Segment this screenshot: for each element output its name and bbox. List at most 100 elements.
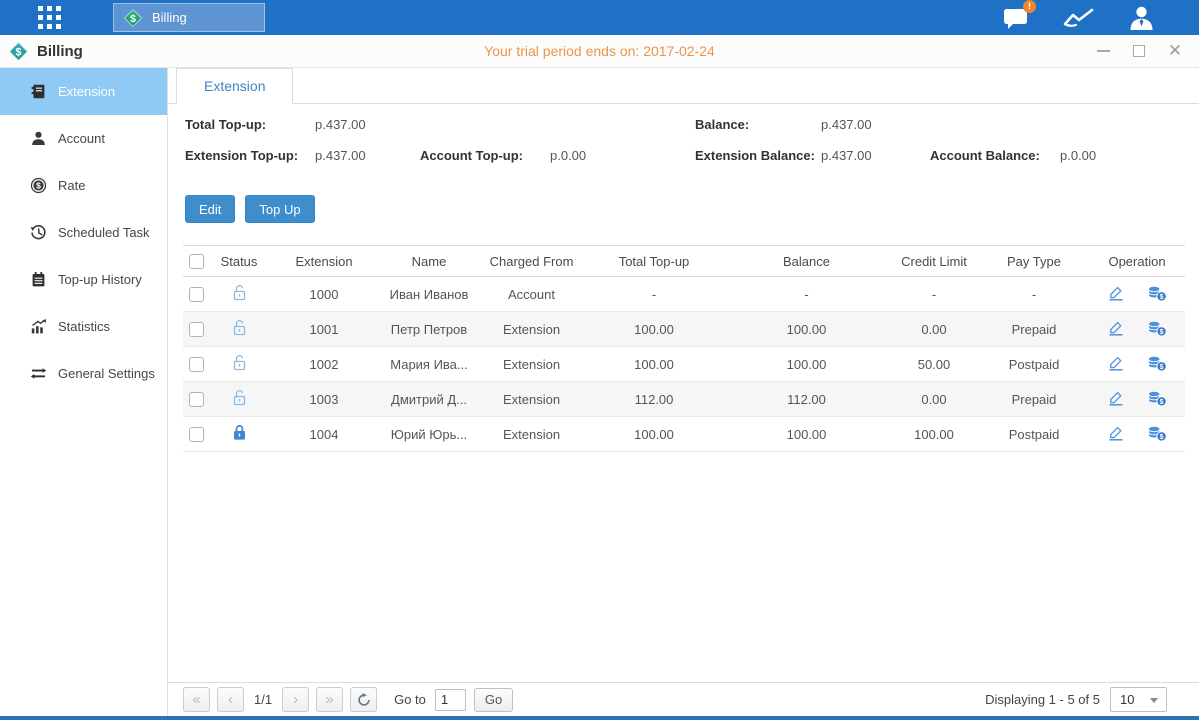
statistics-chart-icon[interactable] xyxy=(1063,6,1094,29)
svg-text:$: $ xyxy=(36,181,41,191)
close-icon[interactable]: ✕ xyxy=(1167,43,1183,59)
cell-credit-limit: 0.00 xyxy=(889,312,979,347)
cell-extension: 1002 xyxy=(269,347,379,382)
unlocked-icon xyxy=(231,318,248,340)
unlocked-icon xyxy=(231,388,248,410)
user-icon[interactable] xyxy=(1128,5,1155,31)
sidebar-item-scheduled-task[interactable]: Scheduled Task xyxy=(0,209,167,256)
col-charged-from: Charged From xyxy=(479,246,584,277)
topup-icon[interactable]: $ xyxy=(1147,389,1167,410)
cell-credit-limit: 0.00 xyxy=(889,382,979,417)
sidebar-item-label: Top-up History xyxy=(58,272,142,287)
topbar: $ Billing ! xyxy=(0,0,1199,35)
unlocked-icon xyxy=(231,283,248,305)
topup-button[interactable]: Top Up xyxy=(245,195,314,223)
account-topup-label: Account Top-up: xyxy=(420,148,523,163)
row-checkbox[interactable] xyxy=(189,357,204,372)
edit-icon[interactable] xyxy=(1107,319,1125,340)
cell-balance: 100.00 xyxy=(724,312,889,347)
statistics-icon xyxy=(30,318,47,335)
table-row[interactable]: 1001 Петр Петров Extension 100.00 100.00… xyxy=(183,312,1185,347)
tab-extension[interactable]: Extension xyxy=(176,68,293,104)
first-page-button[interactable]: « xyxy=(183,687,210,712)
extension-balance-value: p.437.00 xyxy=(821,148,872,163)
select-all-checkbox[interactable] xyxy=(189,254,204,269)
go-button[interactable]: Go xyxy=(474,688,513,712)
rate-icon: $ xyxy=(30,177,47,194)
table-row[interactable]: 1003 Дмитрий Д... Extension 112.00 112.0… xyxy=(183,382,1185,417)
unlocked-icon xyxy=(231,353,248,375)
total-topup-label: Total Top-up: xyxy=(185,117,266,132)
col-pay-type: Pay Type xyxy=(979,246,1089,277)
extension-balance-label: Extension Balance: xyxy=(695,148,815,163)
sidebar-item-label: Extension xyxy=(58,84,115,99)
goto-input[interactable] xyxy=(435,689,466,711)
cell-pay-type: Prepaid xyxy=(979,312,1089,347)
topup-icon[interactable]: $ xyxy=(1147,284,1167,305)
edit-icon[interactable] xyxy=(1107,424,1125,445)
minimize-icon[interactable] xyxy=(1095,43,1111,59)
cell-pay-type: Prepaid xyxy=(979,382,1089,417)
cell-charged-from: Extension xyxy=(479,382,584,417)
refresh-button[interactable] xyxy=(350,687,377,712)
cell-name: Юрий Юрь... xyxy=(379,417,479,452)
sidebar-item-statistics[interactable]: Statistics xyxy=(0,303,167,350)
sidebar-item-general-settings[interactable]: General Settings xyxy=(0,350,167,397)
extensions-table: Status Extension Name Charged From Total… xyxy=(183,245,1185,452)
extension-topup-label: Extension Top-up: xyxy=(185,148,298,163)
extension-topup-value: p.437.00 xyxy=(315,148,366,163)
col-status: Status xyxy=(209,246,269,277)
sidebar-item-extension[interactable]: Extension xyxy=(0,68,167,115)
chevron-down-icon xyxy=(1150,698,1158,703)
sidebar-item-label: Statistics xyxy=(58,319,110,334)
cell-charged-from: Extension xyxy=(479,417,584,452)
col-credit-limit: Credit Limit xyxy=(889,246,979,277)
sidebar-item-label: Rate xyxy=(58,178,85,193)
next-page-button[interactable]: › xyxy=(282,687,309,712)
topup-icon[interactable]: $ xyxy=(1147,319,1167,340)
locked-icon xyxy=(231,423,248,445)
col-name: Name xyxy=(379,246,479,277)
pagination: « ‹ 1/1 › » Go to Go Displaying 1 - 5 of… xyxy=(168,682,1199,716)
messages-icon[interactable]: ! xyxy=(1002,6,1029,30)
edit-icon[interactable] xyxy=(1107,284,1125,305)
cell-pay-type: Postpaid xyxy=(979,417,1089,452)
table-row[interactable]: 1004 Юрий Юрь... Extension 100.00 100.00… xyxy=(183,417,1185,452)
sidebar-item-topup-history[interactable]: Top-up History xyxy=(0,256,167,303)
refresh-icon xyxy=(357,693,371,707)
balance-value: p.437.00 xyxy=(821,117,872,132)
displaying-text: Displaying 1 - 5 of 5 xyxy=(985,692,1100,707)
cell-name: Петр Петров xyxy=(379,312,479,347)
cell-total-topup: 100.00 xyxy=(584,347,724,382)
cell-total-topup: 100.00 xyxy=(584,417,724,452)
scheduled-task-icon xyxy=(30,224,47,241)
prev-page-button[interactable]: ‹ xyxy=(217,687,244,712)
taskbar-item-billing[interactable]: $ Billing xyxy=(113,3,265,32)
topup-icon[interactable]: $ xyxy=(1147,354,1167,375)
topup-icon[interactable]: $ xyxy=(1147,424,1167,445)
row-checkbox[interactable] xyxy=(189,392,204,407)
row-checkbox[interactable] xyxy=(189,322,204,337)
cell-credit-limit: 100.00 xyxy=(889,417,979,452)
sidebar: Extension Account $ Rate xyxy=(0,68,168,716)
edit-button[interactable]: Edit xyxy=(185,195,235,223)
balance-label: Balance: xyxy=(695,117,749,132)
row-checkbox[interactable] xyxy=(189,287,204,302)
sidebar-item-account[interactable]: Account xyxy=(0,115,167,162)
maximize-icon[interactable] xyxy=(1131,43,1147,59)
window-bottom-border xyxy=(0,716,1199,720)
table-row[interactable]: 1002 Мария Ива... Extension 100.00 100.0… xyxy=(183,347,1185,382)
cell-extension: 1003 xyxy=(269,382,379,417)
row-checkbox[interactable] xyxy=(189,427,204,442)
edit-icon[interactable] xyxy=(1107,354,1125,375)
edit-icon[interactable] xyxy=(1107,389,1125,410)
cell-pay-type: Postpaid xyxy=(979,347,1089,382)
page-size-select[interactable]: 10 xyxy=(1110,687,1167,712)
last-page-button[interactable]: » xyxy=(316,687,343,712)
account-topup-value: p.0.00 xyxy=(550,148,586,163)
app-grid-icon[interactable] xyxy=(38,6,61,29)
table-row[interactable]: 1000 Иван Иванов Account - - - - $ xyxy=(183,277,1185,312)
cell-extension: 1001 xyxy=(269,312,379,347)
billing-app-icon: $ xyxy=(123,8,143,28)
sidebar-item-rate[interactable]: $ Rate xyxy=(0,162,167,209)
